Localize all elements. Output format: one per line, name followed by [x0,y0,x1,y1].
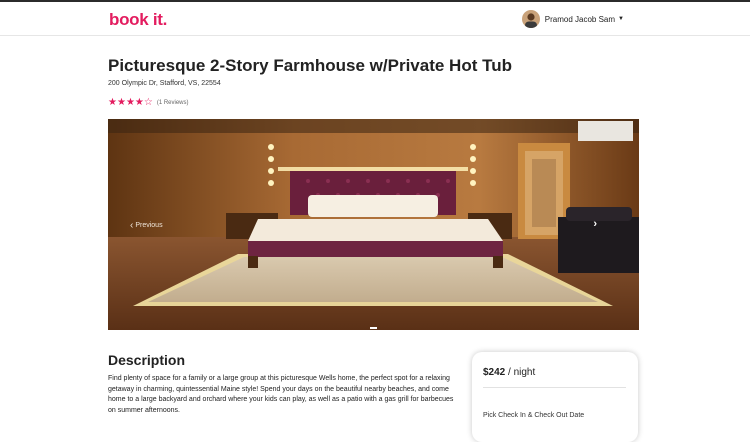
avatar[interactable] [521,10,540,28]
rating: ★ ★ ★ ★ ☆ (1 Reviews) [108,98,189,108]
star-filled-icon: ★ [116,97,126,108]
reviews-count[interactable]: (1 Reviews) [157,100,189,106]
caret-down-icon[interactable]: ▼ [618,16,624,22]
carousel-prev-button[interactable]: ‹ Previous [130,220,163,231]
star-rating: ★ ★ ★ ★ ☆ [108,98,153,108]
per-night-label: / night [508,367,536,378]
booking-card: $242 / night Pick Check In & Check Out D… [472,352,638,442]
description-heading: Description [108,352,186,368]
listing-address: 200 Olympic Dr, Stafford, VS, 22554 [108,80,221,87]
chevron-right-icon[interactable]: › [593,218,597,230]
star-filled-icon: ★ [108,97,117,108]
star-empty-icon: ☆ [143,97,153,108]
listing-title: Picturesque 2-Story Farmhouse w/Private … [108,56,512,75]
user-name[interactable]: Pramod Jacob Sam [545,15,615,24]
user-menu[interactable]: Pramod Jacob Sam ▼ [521,9,624,29]
card-divider [483,387,626,388]
navbar: book it. Pramod Jacob Sam ▼ [0,2,750,36]
photo-carousel[interactable]: ‹ Previous › [108,119,639,330]
star-filled-icon: ★ [134,97,144,108]
star-filled-icon: ★ [125,97,135,108]
carousel-indicator-active[interactable] [370,327,377,329]
pick-dates-label: Pick Check In & Check Out Date [483,412,585,419]
carousel-prev-label[interactable]: Previous [135,222,162,229]
bedroom-photo [108,119,639,330]
description-text: Find plenty of space for a family or a l… [108,375,454,414]
chevron-left-icon[interactable]: ‹ [130,220,133,231]
price-amount: $242 [483,367,506,378]
brand-logo[interactable]: book it. [109,10,167,30]
price-per-night: $242 / night [483,367,535,378]
